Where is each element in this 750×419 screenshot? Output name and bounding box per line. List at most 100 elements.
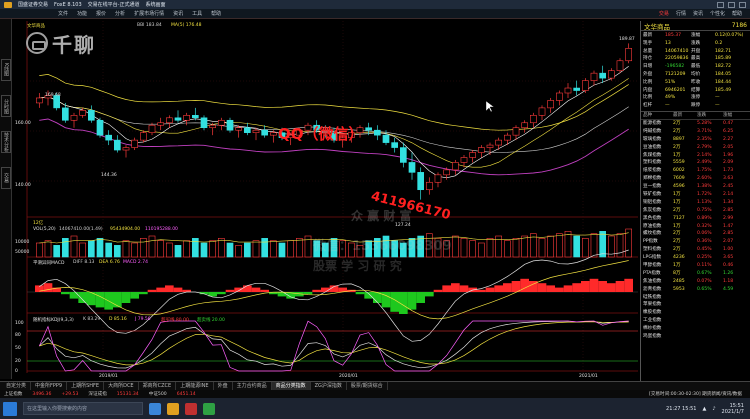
list-item[interactable]: 铜铝指数 1万 1.13% 1.34 bbox=[641, 199, 750, 207]
menu-right-info[interactable]: 资讯 bbox=[693, 10, 703, 17]
candle-body bbox=[192, 115, 199, 119]
list-item[interactable]: 铁矿指数 1万 1.72% 2.14 bbox=[641, 191, 750, 199]
macd-bar bbox=[113, 292, 122, 308]
trading-app-icon[interactable] bbox=[185, 402, 197, 415]
list-item[interactable]: 橡胶指数 bbox=[641, 309, 750, 317]
window-titlebar: 国盛证券交易 FoxE 8.103 交易在线平台-正式通道 系统画面 bbox=[0, 0, 750, 9]
list-item[interactable]: 塑料指数 2万 0.45% 1.00 bbox=[641, 246, 750, 254]
left-tab-intraday[interactable]: 分时图 bbox=[1, 95, 11, 117]
quote-cell: 49% bbox=[665, 95, 676, 101]
list-item[interactable]: 焦煤指数 1万 2.14% 1.96 bbox=[641, 152, 750, 160]
candle-body bbox=[417, 172, 424, 191]
candle-body bbox=[599, 72, 607, 79]
list-item[interactable]: 纯碱指数 2万 3.71% 6.25 bbox=[641, 128, 750, 136]
list-item[interactable]: 豆油指数 2万 2.79% 2.05 bbox=[641, 144, 750, 152]
date-label-2020: 2020/01 bbox=[339, 374, 358, 379]
list-item[interactable]: 原油指数 1万 0.32% 1.47 bbox=[641, 223, 750, 231]
volume-bar bbox=[581, 238, 589, 258]
minimize-icon[interactable] bbox=[717, 1, 724, 8]
macd-bar bbox=[511, 281, 521, 292]
list-cell-chg: 2.35% bbox=[697, 136, 712, 142]
list-item[interactable]: 工业指数 bbox=[641, 317, 750, 325]
list-cell-name: 塑料指数 bbox=[643, 247, 662, 253]
list-cell-last: 4596 bbox=[673, 184, 685, 190]
menu-item-analysis[interactable]: 分析 bbox=[115, 10, 125, 17]
list-header-name[interactable]: 品种 bbox=[643, 112, 673, 120]
list-cell-name: 鸡蛋指数 bbox=[643, 334, 662, 340]
list-header-chg[interactable]: 涨跌 bbox=[697, 112, 723, 120]
list-item[interactable]: 鸡蛋指数 bbox=[641, 333, 750, 341]
menu-item-help[interactable]: 帮助 bbox=[211, 10, 221, 17]
menu-item-tools[interactable]: 工具 bbox=[192, 10, 202, 17]
list-item[interactable]: 焦油指数 2485 0.07% 1.18 bbox=[641, 278, 750, 286]
list-item[interactable]: 焦炭指数 2万 0.75% 2.85 bbox=[641, 207, 750, 215]
volume-bar bbox=[503, 240, 511, 258]
volume-bar bbox=[460, 238, 468, 258]
list-item[interactable]: 豆一指数 4596 1.38% 2.45 bbox=[641, 183, 750, 191]
list-cell-pct bbox=[723, 333, 750, 341]
list-cell-chg: 2.49% bbox=[697, 160, 712, 166]
list-item[interactable]: 能源指数 2万 5.28% 0.47 bbox=[641, 120, 750, 128]
list-item[interactable]: 黑色指数 7127 0.89% 2.99 bbox=[641, 215, 750, 223]
quote-cell: 51% bbox=[665, 79, 676, 85]
menu-right-custom[interactable]: 个性化 bbox=[710, 10, 725, 17]
menu-right-trade[interactable]: 交易 bbox=[659, 10, 669, 17]
chat-app-icon[interactable] bbox=[203, 402, 215, 415]
menu-right-help[interactable]: 帮助 bbox=[732, 10, 742, 17]
macd-bar bbox=[78, 292, 87, 303]
volume-bar bbox=[209, 240, 216, 258]
list-header-last[interactable]: 最新 bbox=[673, 112, 697, 120]
macd-bar bbox=[225, 289, 235, 292]
volume-icon[interactable]: ♪ bbox=[712, 406, 715, 412]
macd-bar bbox=[563, 285, 573, 292]
candle-body bbox=[157, 122, 164, 126]
list-cell-name: 橡胶指数 bbox=[643, 310, 662, 316]
list-item[interactable]: 玻璃指数 8897 2.35% 2.27 bbox=[641, 136, 750, 144]
candle-body bbox=[503, 134, 511, 141]
list-item[interactable]: 棉纱指数 bbox=[641, 325, 750, 333]
menu-item-quote[interactable]: 报价 bbox=[96, 10, 106, 17]
chart-area[interactable]: 文华商品 BBI 183.84 MA(5) 176.48 160.00 140.… bbox=[13, 21, 638, 381]
list-item[interactable]: 螺纹指数 2万 0.06% 2.85 bbox=[641, 230, 750, 238]
menu-item-ext-market[interactable]: 扩展市场行情 bbox=[134, 10, 164, 17]
list-item[interactable]: 沥青指数 5953 0.65% 4.59 bbox=[641, 286, 750, 294]
left-tab-trade[interactable]: 交易 bbox=[1, 167, 11, 189]
list-item[interactable]: PTA指数 8万 0.67% 1.26 bbox=[641, 270, 750, 278]
network-icon[interactable]: ▲ bbox=[702, 406, 706, 412]
list-header-pct[interactable]: 涨幅 bbox=[723, 112, 750, 120]
menu-item-function[interactable]: 功能 bbox=[77, 10, 87, 17]
menu-right-quote[interactable]: 行情 bbox=[676, 10, 686, 17]
kdj-scale-20: 20 bbox=[15, 359, 21, 364]
list-item[interactable]: 纸浆指数 6002 1.75% 1.73 bbox=[641, 167, 750, 175]
folder-icon[interactable] bbox=[167, 402, 179, 415]
clock-date: 2021/1/7 bbox=[721, 408, 744, 415]
list-cell-pct: 2.05 bbox=[723, 144, 734, 150]
list-item[interactable]: 苹果指数 bbox=[641, 301, 750, 309]
windows-start-icon[interactable] bbox=[3, 401, 17, 416]
close-icon[interactable] bbox=[739, 1, 746, 8]
candle-body bbox=[183, 115, 190, 121]
left-tab-kline[interactable]: K线图 bbox=[1, 59, 11, 81]
left-tab-tech[interactable]: 技术分析 bbox=[1, 131, 11, 153]
index-list[interactable]: 能源指数 2万 5.28% 0.47 纯碱指数 2万 3.71% 6.25 玻璃指数 8897 2.… bbox=[641, 120, 750, 341]
volume-bar bbox=[295, 238, 303, 258]
index-list-header: 品种 最新 涨跌 涨幅 bbox=[641, 112, 750, 120]
taskbar-search-input[interactable]: 在这里输入你要搜索的内容 bbox=[23, 402, 143, 415]
watermark-faint-2: 微信：15366098309 bbox=[313, 239, 452, 254]
list-item[interactable]: 硅铁指数 bbox=[641, 294, 750, 302]
list-item[interactable]: PP指数 2万 0.36% 2.07 bbox=[641, 238, 750, 246]
list-cell-pct: 2.45 bbox=[723, 184, 734, 190]
menu-item-info[interactable]: 资讯 bbox=[173, 10, 183, 17]
browser-icon[interactable] bbox=[149, 402, 161, 415]
maximize-icon[interactable] bbox=[728, 1, 735, 8]
list-item[interactable]: 甲醇指数 1万 0.11% 0.46 bbox=[641, 262, 750, 270]
watermark-qq-text: QQ（微信） bbox=[278, 125, 364, 143]
menu-item-file[interactable]: 文件 bbox=[58, 10, 68, 17]
list-item[interactable]: LPG指数 4236 0.25% 3.65 bbox=[641, 254, 750, 262]
kdj-value-0: K 83.29 bbox=[83, 317, 101, 322]
kline-chart-svg[interactable] bbox=[13, 21, 638, 381]
list-item[interactable]: 郑棉指数 7609 2.60% 3.63 bbox=[641, 175, 750, 183]
list-item[interactable]: 塑料指数 5559 2.49% 2.09 bbox=[641, 159, 750, 167]
system-clock[interactable]: 15:51 2021/1/7 bbox=[722, 403, 744, 415]
volume-bar bbox=[114, 245, 121, 258]
